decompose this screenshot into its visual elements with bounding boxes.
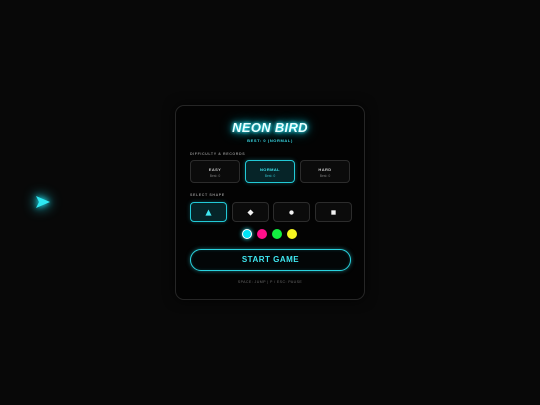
color-pink-swatch[interactable]: [257, 229, 267, 239]
color-green-swatch[interactable]: [272, 229, 282, 239]
player-bird-icon: [36, 196, 50, 208]
controls-hint: SPACE: JUMP | P / ESC: PAUSE: [237, 280, 303, 284]
shape-circle-button[interactable]: [273, 202, 310, 222]
best-score-label: BEST: 0 (NORMAL): [247, 138, 293, 143]
shape-section-label: SELECT SHAPE: [190, 193, 225, 197]
shape-square-button[interactable]: [314, 202, 352, 222]
difficulty-hard-button[interactable]: HARD Best: 0: [300, 160, 350, 183]
start-game-button[interactable]: START GAME: [190, 249, 351, 271]
difficulty-name: EASY: [208, 167, 222, 172]
difficulty-name: NORMAL: [260, 167, 280, 172]
difficulty-best: Best: 0: [209, 174, 221, 178]
color-options: [176, 228, 364, 240]
square-icon: [330, 209, 336, 215]
difficulty-name: HARD: [318, 167, 332, 172]
triangle-icon: [205, 208, 212, 216]
color-yellow-swatch[interactable]: [287, 229, 297, 239]
diamond-icon: [246, 208, 254, 216]
color-cyan-swatch[interactable]: [242, 229, 252, 239]
difficulty-normal-button[interactable]: NORMAL Best: 0: [245, 160, 295, 183]
game-screen: NEON BIRD BEST: 0 (NORMAL) DIFFICULTY & …: [0, 0, 540, 405]
circle-icon: [289, 209, 294, 215]
difficulty-best: Best: 0: [264, 174, 276, 178]
difficulty-section-label: DIFFICULTY & RECORDS: [190, 152, 246, 156]
shape-diamond-button[interactable]: [231, 202, 269, 222]
shape-triangle-button[interactable]: [190, 202, 227, 222]
difficulty-best: Best: 0: [319, 174, 331, 178]
start-menu-panel: NEON BIRD BEST: 0 (NORMAL) DIFFICULTY & …: [175, 105, 365, 300]
shape-options: [190, 202, 352, 222]
game-title: NEON BIRD: [232, 120, 308, 135]
difficulty-options: EASY Best: 0 NORMAL Best: 0 HARD Best: 0: [190, 160, 352, 184]
difficulty-easy-button[interactable]: EASY Best: 0: [190, 160, 240, 183]
